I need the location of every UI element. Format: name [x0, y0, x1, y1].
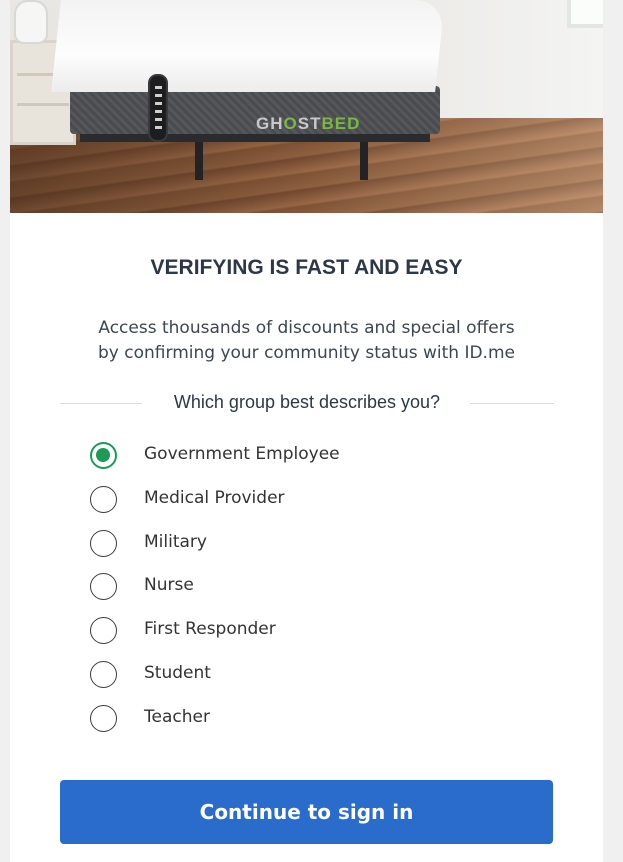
hero-image: GHOSTBED — [10, 0, 603, 213]
window — [567, 0, 603, 28]
radio-label: Government Employee — [144, 444, 340, 464]
description: Access thousands of discounts and specia… — [10, 316, 603, 366]
radio-option-student[interactable]: Student — [90, 659, 530, 703]
radio-label: Military — [144, 531, 207, 552]
remote-icon — [148, 74, 168, 142]
description-line-2: by confirming your community status with… — [98, 343, 515, 363]
radio-option-government-employee[interactable]: Government Employee — [90, 440, 530, 484]
divider-right — [470, 403, 554, 404]
radio-button[interactable] — [90, 573, 117, 601]
radio-label: Medical Provider — [144, 487, 285, 508]
radio-option-teacher[interactable]: Teacher — [90, 703, 530, 747]
radio-button[interactable] — [90, 704, 117, 732]
radio-label: Student — [144, 662, 211, 683]
radio-label: Teacher — [144, 706, 210, 727]
group-radio-list: Government Employee Medical Provider Mil… — [90, 440, 530, 747]
page-title: VERIFYING IS FAST AND EASY — [150, 256, 463, 279]
description-line-1: Access thousands of discounts and specia… — [98, 318, 515, 338]
radio-button[interactable] — [90, 442, 117, 469]
mattress-side — [70, 86, 440, 134]
radio-button[interactable] — [90, 529, 117, 557]
radio-option-first-responder[interactable]: First Responder — [90, 615, 530, 659]
radio-button[interactable] — [90, 617, 117, 645]
radio-option-military[interactable]: Military — [90, 528, 530, 572]
continue-to-sign-in-button[interactable]: Continue to sign in — [60, 780, 553, 844]
radio-option-medical-provider[interactable]: Medical Provider — [90, 484, 530, 528]
vase — [14, 0, 48, 44]
radio-button[interactable] — [90, 660, 117, 688]
verification-card: GHOSTBED VERIFYING IS FAST AND EASY Acce… — [10, 0, 603, 862]
mattress-top — [51, 0, 445, 92]
group-question-row: Which group best describes you? — [60, 392, 554, 414]
radio-label: Nurse — [144, 575, 194, 596]
radio-label: First Responder — [144, 619, 276, 640]
radio-button[interactable] — [90, 485, 117, 513]
ghostbed-logo: GHOSTBED — [256, 114, 361, 133]
radio-option-nurse[interactable]: Nurse — [90, 571, 530, 615]
